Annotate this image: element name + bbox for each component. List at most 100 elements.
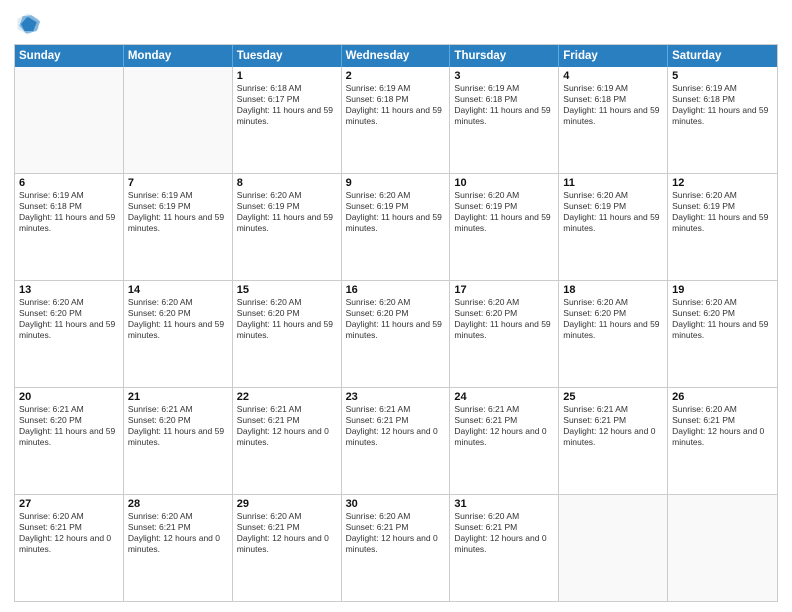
day-cell-15: 15Sunrise: 6:20 AM Sunset: 6:20 PM Dayli… bbox=[233, 281, 342, 387]
day-info: Sunrise: 6:20 AM Sunset: 6:20 PM Dayligh… bbox=[19, 297, 119, 341]
day-cell-7: 7Sunrise: 6:19 AM Sunset: 6:19 PM Daylig… bbox=[124, 174, 233, 280]
header bbox=[14, 10, 778, 38]
day-cell-empty bbox=[559, 495, 668, 601]
page: SundayMondayTuesdayWednesdayThursdayFrid… bbox=[0, 0, 792, 612]
day-info: Sunrise: 6:19 AM Sunset: 6:18 PM Dayligh… bbox=[563, 83, 663, 127]
day-number: 8 bbox=[237, 177, 337, 189]
day-number: 21 bbox=[128, 391, 228, 403]
day-info: Sunrise: 6:20 AM Sunset: 6:21 PM Dayligh… bbox=[237, 511, 337, 555]
day-cell-13: 13Sunrise: 6:20 AM Sunset: 6:20 PM Dayli… bbox=[15, 281, 124, 387]
day-number: 19 bbox=[672, 284, 773, 296]
day-info: Sunrise: 6:21 AM Sunset: 6:20 PM Dayligh… bbox=[19, 404, 119, 448]
day-number: 12 bbox=[672, 177, 773, 189]
day-info: Sunrise: 6:20 AM Sunset: 6:20 PM Dayligh… bbox=[237, 297, 337, 341]
day-info: Sunrise: 6:21 AM Sunset: 6:21 PM Dayligh… bbox=[237, 404, 337, 448]
day-number: 14 bbox=[128, 284, 228, 296]
day-info: Sunrise: 6:20 AM Sunset: 6:20 PM Dayligh… bbox=[454, 297, 554, 341]
day-cell-17: 17Sunrise: 6:20 AM Sunset: 6:20 PM Dayli… bbox=[450, 281, 559, 387]
calendar-row-4: 20Sunrise: 6:21 AM Sunset: 6:20 PM Dayli… bbox=[15, 387, 777, 494]
day-cell-8: 8Sunrise: 6:20 AM Sunset: 6:19 PM Daylig… bbox=[233, 174, 342, 280]
day-number: 15 bbox=[237, 284, 337, 296]
day-number: 24 bbox=[454, 391, 554, 403]
weekday-header-thursday: Thursday bbox=[450, 45, 559, 67]
day-info: Sunrise: 6:20 AM Sunset: 6:19 PM Dayligh… bbox=[563, 190, 663, 234]
day-cell-empty bbox=[668, 495, 777, 601]
day-info: Sunrise: 6:21 AM Sunset: 6:20 PM Dayligh… bbox=[128, 404, 228, 448]
day-number: 13 bbox=[19, 284, 119, 296]
weekday-header-saturday: Saturday bbox=[668, 45, 777, 67]
weekday-header-sunday: Sunday bbox=[15, 45, 124, 67]
day-number: 11 bbox=[563, 177, 663, 189]
day-info: Sunrise: 6:20 AM Sunset: 6:21 PM Dayligh… bbox=[454, 511, 554, 555]
day-info: Sunrise: 6:20 AM Sunset: 6:19 PM Dayligh… bbox=[346, 190, 446, 234]
day-number: 5 bbox=[672, 70, 773, 82]
calendar: SundayMondayTuesdayWednesdayThursdayFrid… bbox=[14, 44, 778, 602]
day-cell-25: 25Sunrise: 6:21 AM Sunset: 6:21 PM Dayli… bbox=[559, 388, 668, 494]
day-cell-19: 19Sunrise: 6:20 AM Sunset: 6:20 PM Dayli… bbox=[668, 281, 777, 387]
logo-icon bbox=[14, 10, 42, 38]
day-info: Sunrise: 6:19 AM Sunset: 6:18 PM Dayligh… bbox=[19, 190, 119, 234]
day-info: Sunrise: 6:21 AM Sunset: 6:21 PM Dayligh… bbox=[454, 404, 554, 448]
day-cell-16: 16Sunrise: 6:20 AM Sunset: 6:20 PM Dayli… bbox=[342, 281, 451, 387]
day-number: 25 bbox=[563, 391, 663, 403]
day-cell-21: 21Sunrise: 6:21 AM Sunset: 6:20 PM Dayli… bbox=[124, 388, 233, 494]
day-info: Sunrise: 6:20 AM Sunset: 6:20 PM Dayligh… bbox=[346, 297, 446, 341]
day-number: 28 bbox=[128, 498, 228, 510]
day-info: Sunrise: 6:20 AM Sunset: 6:19 PM Dayligh… bbox=[237, 190, 337, 234]
day-number: 31 bbox=[454, 498, 554, 510]
weekday-header-friday: Friday bbox=[559, 45, 668, 67]
day-cell-4: 4Sunrise: 6:19 AM Sunset: 6:18 PM Daylig… bbox=[559, 67, 668, 173]
day-number: 2 bbox=[346, 70, 446, 82]
day-info: Sunrise: 6:20 AM Sunset: 6:21 PM Dayligh… bbox=[19, 511, 119, 555]
calendar-row-1: 1Sunrise: 6:18 AM Sunset: 6:17 PM Daylig… bbox=[15, 67, 777, 173]
day-info: Sunrise: 6:21 AM Sunset: 6:21 PM Dayligh… bbox=[563, 404, 663, 448]
day-number: 27 bbox=[19, 498, 119, 510]
weekday-header-tuesday: Tuesday bbox=[233, 45, 342, 67]
day-cell-27: 27Sunrise: 6:20 AM Sunset: 6:21 PM Dayli… bbox=[15, 495, 124, 601]
day-cell-22: 22Sunrise: 6:21 AM Sunset: 6:21 PM Dayli… bbox=[233, 388, 342, 494]
calendar-body: 1Sunrise: 6:18 AM Sunset: 6:17 PM Daylig… bbox=[15, 67, 777, 601]
day-number: 3 bbox=[454, 70, 554, 82]
day-cell-31: 31Sunrise: 6:20 AM Sunset: 6:21 PM Dayli… bbox=[450, 495, 559, 601]
day-number: 17 bbox=[454, 284, 554, 296]
calendar-row-3: 13Sunrise: 6:20 AM Sunset: 6:20 PM Dayli… bbox=[15, 280, 777, 387]
day-info: Sunrise: 6:18 AM Sunset: 6:17 PM Dayligh… bbox=[237, 83, 337, 127]
day-info: Sunrise: 6:19 AM Sunset: 6:19 PM Dayligh… bbox=[128, 190, 228, 234]
day-info: Sunrise: 6:20 AM Sunset: 6:21 PM Dayligh… bbox=[128, 511, 228, 555]
calendar-row-5: 27Sunrise: 6:20 AM Sunset: 6:21 PM Dayli… bbox=[15, 494, 777, 601]
day-cell-12: 12Sunrise: 6:20 AM Sunset: 6:19 PM Dayli… bbox=[668, 174, 777, 280]
day-cell-14: 14Sunrise: 6:20 AM Sunset: 6:20 PM Dayli… bbox=[124, 281, 233, 387]
day-info: Sunrise: 6:19 AM Sunset: 6:18 PM Dayligh… bbox=[454, 83, 554, 127]
day-cell-empty bbox=[124, 67, 233, 173]
day-cell-18: 18Sunrise: 6:20 AM Sunset: 6:20 PM Dayli… bbox=[559, 281, 668, 387]
day-cell-6: 6Sunrise: 6:19 AM Sunset: 6:18 PM Daylig… bbox=[15, 174, 124, 280]
day-cell-26: 26Sunrise: 6:20 AM Sunset: 6:21 PM Dayli… bbox=[668, 388, 777, 494]
day-info: Sunrise: 6:21 AM Sunset: 6:21 PM Dayligh… bbox=[346, 404, 446, 448]
day-info: Sunrise: 6:19 AM Sunset: 6:18 PM Dayligh… bbox=[672, 83, 773, 127]
day-info: Sunrise: 6:20 AM Sunset: 6:21 PM Dayligh… bbox=[346, 511, 446, 555]
day-cell-empty bbox=[15, 67, 124, 173]
day-number: 6 bbox=[19, 177, 119, 189]
calendar-header: SundayMondayTuesdayWednesdayThursdayFrid… bbox=[15, 45, 777, 67]
calendar-row-2: 6Sunrise: 6:19 AM Sunset: 6:18 PM Daylig… bbox=[15, 173, 777, 280]
day-cell-1: 1Sunrise: 6:18 AM Sunset: 6:17 PM Daylig… bbox=[233, 67, 342, 173]
day-number: 16 bbox=[346, 284, 446, 296]
day-number: 10 bbox=[454, 177, 554, 189]
logo bbox=[14, 10, 46, 38]
day-number: 30 bbox=[346, 498, 446, 510]
weekday-header-monday: Monday bbox=[124, 45, 233, 67]
day-cell-2: 2Sunrise: 6:19 AM Sunset: 6:18 PM Daylig… bbox=[342, 67, 451, 173]
day-number: 29 bbox=[237, 498, 337, 510]
day-number: 23 bbox=[346, 391, 446, 403]
day-info: Sunrise: 6:20 AM Sunset: 6:20 PM Dayligh… bbox=[672, 297, 773, 341]
day-info: Sunrise: 6:20 AM Sunset: 6:19 PM Dayligh… bbox=[454, 190, 554, 234]
weekday-header-wednesday: Wednesday bbox=[342, 45, 451, 67]
day-cell-29: 29Sunrise: 6:20 AM Sunset: 6:21 PM Dayli… bbox=[233, 495, 342, 601]
day-number: 1 bbox=[237, 70, 337, 82]
day-number: 20 bbox=[19, 391, 119, 403]
day-number: 4 bbox=[563, 70, 663, 82]
day-info: Sunrise: 6:20 AM Sunset: 6:20 PM Dayligh… bbox=[563, 297, 663, 341]
day-cell-20: 20Sunrise: 6:21 AM Sunset: 6:20 PM Dayli… bbox=[15, 388, 124, 494]
day-cell-24: 24Sunrise: 6:21 AM Sunset: 6:21 PM Dayli… bbox=[450, 388, 559, 494]
day-number: 22 bbox=[237, 391, 337, 403]
